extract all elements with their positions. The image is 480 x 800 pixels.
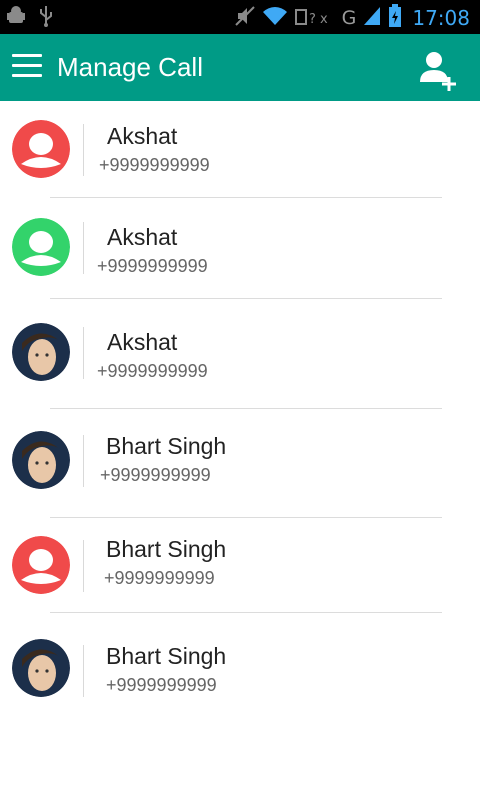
list-item[interactable]: Bhart Singh +9999999999 — [0, 518, 480, 613]
avatar — [12, 639, 70, 697]
avatar — [12, 431, 70, 489]
contact-name: Akshat — [107, 123, 178, 149]
contact-name: Bhart Singh — [106, 433, 227, 459]
status-bar: ? x G 17:08 — [0, 0, 480, 34]
contact-phone: +9999999999 — [106, 675, 217, 695]
contact-name: Bhart Singh — [106, 643, 227, 669]
contact-phone: +9999999999 — [97, 256, 208, 276]
page-title: Manage Call — [57, 52, 203, 82]
list-item[interactable]: Bhart Singh +9999999999 — [0, 409, 480, 518]
list-item[interactable]: Akshat +9999999999 — [0, 299, 480, 409]
divider — [83, 540, 84, 592]
contact-name: Akshat — [107, 224, 178, 250]
svg-text:?: ? — [309, 12, 316, 27]
signal-icon — [362, 5, 382, 31]
mute-icon — [234, 5, 256, 31]
status-left-icons — [6, 5, 54, 34]
android-debug-icon — [6, 5, 26, 34]
contact-phone: +9999999999 — [100, 465, 211, 485]
list-item[interactable]: Akshat +9999999999 — [0, 101, 480, 198]
add-contact-icon[interactable] — [416, 50, 460, 92]
svg-text:x: x — [320, 12, 328, 27]
divider — [83, 222, 84, 274]
divider — [83, 645, 84, 697]
contact-phone: +9999999999 — [104, 568, 215, 588]
divider — [83, 327, 84, 379]
wifi-icon — [262, 5, 288, 31]
menu-icon[interactable] — [12, 54, 42, 80]
avatar — [12, 536, 70, 594]
divider — [83, 435, 84, 487]
app-bar: Manage Call — [0, 34, 480, 101]
contact-name: Bhart Singh — [106, 536, 227, 562]
list-item[interactable]: Bhart Singh +9999999999 — [0, 613, 480, 723]
avatar — [12, 323, 70, 381]
network-type: G — [341, 7, 357, 29]
list-item[interactable]: Akshat +9999999999 — [0, 198, 480, 299]
avatar — [12, 120, 70, 178]
divider — [83, 124, 84, 176]
sim-icon: ? x — [294, 5, 336, 31]
contact-phone: +9999999999 — [99, 155, 210, 175]
contact-list: Akshat +9999999999 Akshat +9999999999 Ak… — [0, 101, 480, 723]
contact-name: Akshat — [107, 329, 178, 355]
contact-phone: +9999999999 — [97, 361, 208, 381]
avatar — [12, 218, 70, 276]
battery-icon — [388, 4, 402, 32]
usb-icon — [38, 5, 54, 34]
status-time: 17:08 — [412, 6, 470, 30]
status-right-icons: ? x G 17:08 — [234, 4, 470, 32]
